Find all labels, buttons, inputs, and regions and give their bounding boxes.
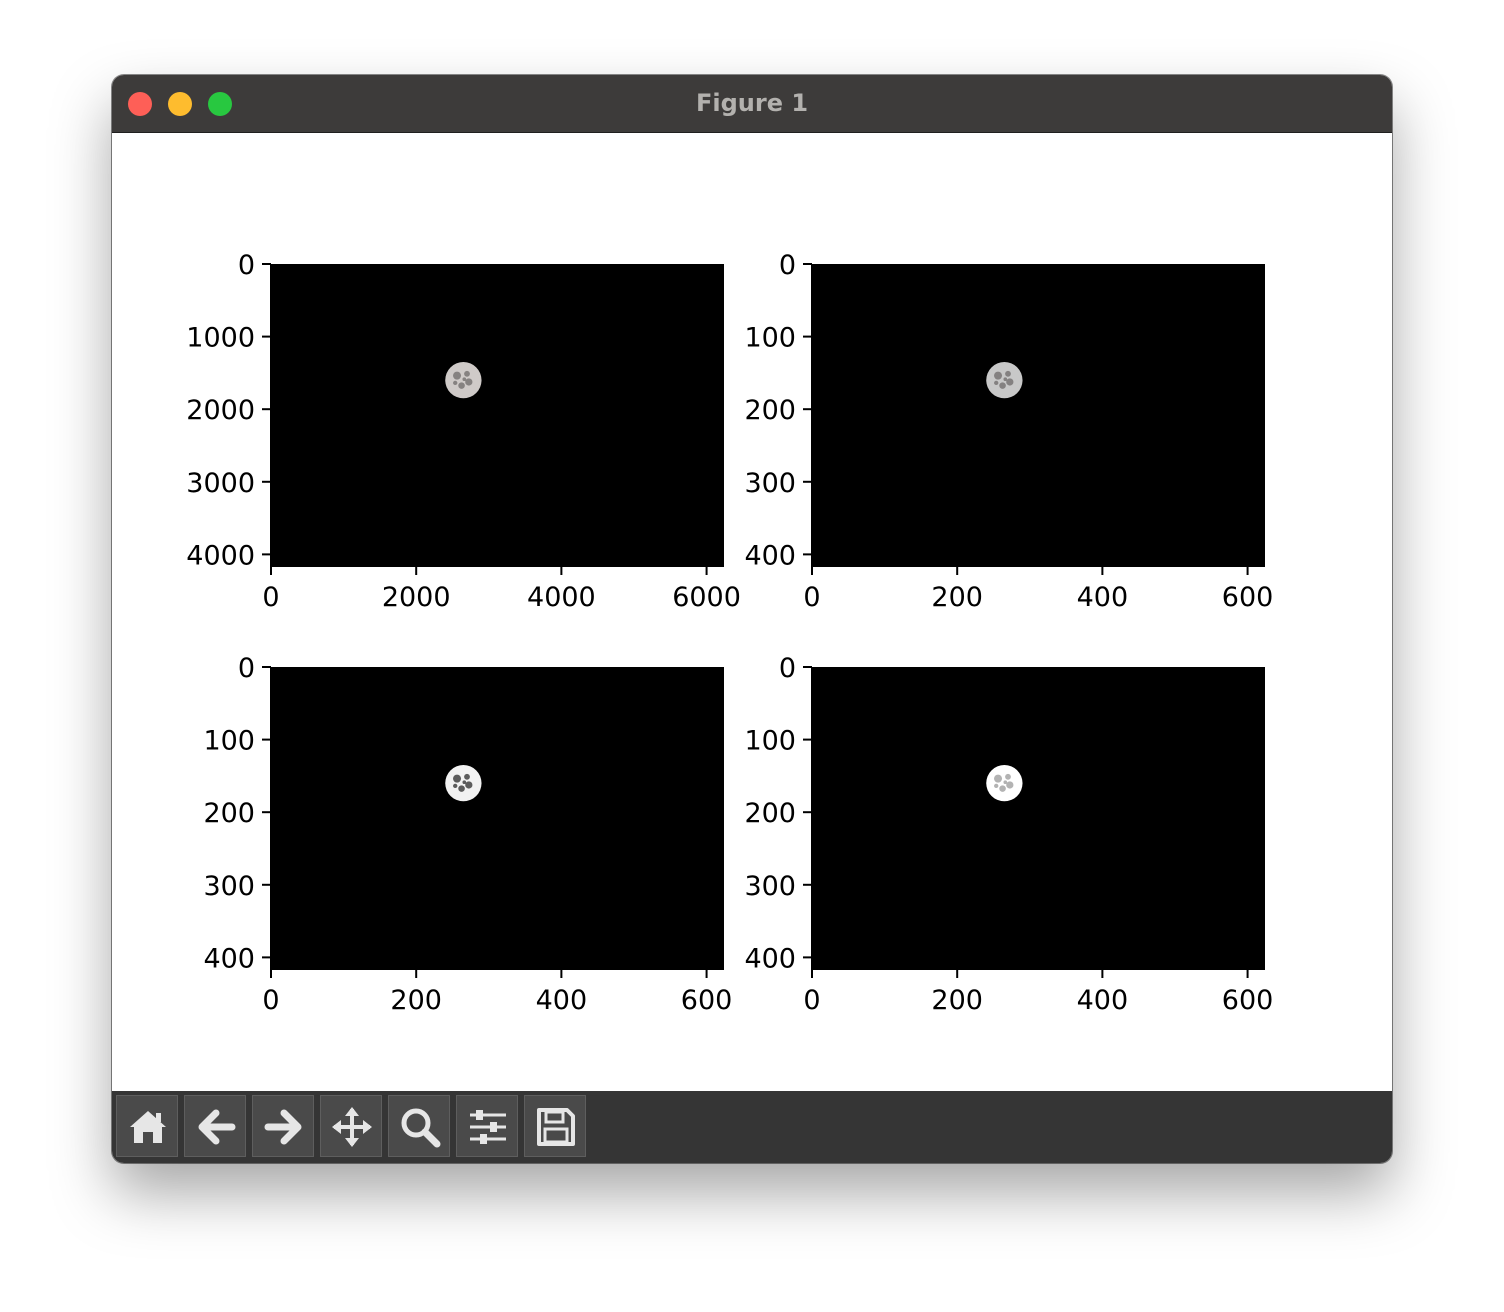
y-tick-label: 1000 xyxy=(186,323,255,354)
home-icon xyxy=(130,1111,166,1143)
figure-canvas[interactable]: 0 2000 4000 6000 0 1000 2000 3000 4000 0 200 400 600… xyxy=(112,133,1392,1091)
moon-crater xyxy=(999,785,1006,792)
y-tick-label: 100 xyxy=(744,323,796,354)
figure-svg: 0 2000 4000 6000010002000300040000 200 400 600… xyxy=(186,250,1273,1016)
y-tick-label: 200 xyxy=(744,798,796,829)
moon-crater xyxy=(994,774,1003,783)
save-button[interactable] xyxy=(524,1095,586,1157)
moon-crater xyxy=(464,773,470,780)
image-area xyxy=(812,667,1265,969)
moon-crater xyxy=(1006,378,1014,386)
y-tick-label: 2000 xyxy=(186,395,255,426)
y-tick-label: 300 xyxy=(203,871,255,902)
y-tick-label: 200 xyxy=(744,395,796,426)
y-tick-label: 0 xyxy=(779,653,796,684)
subplot-2: 0 200 400 600 0 100 200 300 400 xyxy=(744,250,1273,613)
x-tick-label: 400 xyxy=(1077,582,1129,613)
arrow-right-icon xyxy=(264,1109,302,1145)
moon-crater xyxy=(1006,781,1014,789)
magnifier-icon xyxy=(401,1108,441,1148)
moon-crater xyxy=(458,785,465,792)
moon-crater xyxy=(1005,773,1011,780)
x-tick-label: 2000 xyxy=(382,582,451,613)
back-button[interactable] xyxy=(184,1095,246,1157)
floppy-disk-icon xyxy=(537,1108,575,1146)
x-tick-label: 0 xyxy=(262,985,279,1016)
y-tick-label: 100 xyxy=(203,726,255,757)
y-tick-label: 300 xyxy=(744,468,796,499)
x-tick-label: 0 xyxy=(803,582,820,613)
moon-crater xyxy=(458,382,465,389)
move-icon xyxy=(332,1107,372,1147)
y-tick-label: 400 xyxy=(744,943,796,974)
image-area xyxy=(271,667,724,969)
y-tick-label: 0 xyxy=(779,250,796,281)
x-tick-label: 200 xyxy=(931,582,983,613)
y-tick-label: 400 xyxy=(744,540,796,571)
subplot-4: 0 200 400 600 0 100 200 300 400 xyxy=(744,653,1273,1016)
y-tick-label: 0 xyxy=(238,250,255,281)
x-tick-label: 200 xyxy=(390,985,442,1016)
moon-mark xyxy=(986,362,1023,399)
y-tick-label: 100 xyxy=(744,726,796,757)
subplot-1: 0 2000 4000 6000 0 1000 2000 3000 4000 xyxy=(186,250,741,613)
x-tick-label: 400 xyxy=(1077,985,1129,1016)
moon-crater xyxy=(453,380,458,386)
y-tick-label: 200 xyxy=(203,798,255,829)
configure-subplots-button[interactable] xyxy=(456,1095,518,1157)
moon-mark xyxy=(445,362,482,399)
sliders-icon xyxy=(470,1110,506,1144)
moon-crater xyxy=(1005,370,1011,377)
moon-crater xyxy=(453,774,462,783)
x-tick-label: 4000 xyxy=(527,582,596,613)
moon-crater xyxy=(465,378,473,386)
moon-crater xyxy=(453,783,458,789)
moon-crater xyxy=(994,380,999,386)
moon-mark xyxy=(986,765,1023,802)
x-tick-label: 6000 xyxy=(672,582,741,613)
window-title: Figure 1 xyxy=(695,89,809,117)
pan-button[interactable] xyxy=(320,1095,382,1157)
moon-crater xyxy=(464,370,470,377)
x-tick-label: 0 xyxy=(803,985,820,1016)
subplot-3: 0 200 400 600 0 100 200 300 400 xyxy=(203,653,732,1016)
moon-crater xyxy=(462,377,467,382)
x-tick-label: 600 xyxy=(681,985,733,1016)
image-area xyxy=(812,264,1265,566)
image-area xyxy=(271,264,724,566)
figure-window: Figure 1 0 2000 4000 6000 0 1000 2000 3000 4000 0… xyxy=(112,75,1392,1163)
y-tick-label: 400 xyxy=(203,943,255,974)
home-button[interactable] xyxy=(116,1095,178,1157)
moon-mark xyxy=(445,765,482,802)
y-tick-label: 0 xyxy=(238,653,255,684)
y-tick-label: 300 xyxy=(744,871,796,902)
x-tick-label: 400 xyxy=(536,985,588,1016)
x-tick-label: 600 xyxy=(1222,582,1274,613)
y-tick-label: 3000 xyxy=(186,468,255,499)
forward-button[interactable] xyxy=(252,1095,314,1157)
moon-crater xyxy=(1003,377,1008,382)
moon-crater xyxy=(465,781,473,789)
navigation-toolbar xyxy=(112,1091,1392,1163)
y-tick-label: 4000 xyxy=(186,540,255,571)
arrow-left-icon xyxy=(198,1109,236,1145)
moon-crater xyxy=(994,371,1003,380)
title-bar[interactable]: Figure 1 xyxy=(112,75,1392,133)
moon-crater xyxy=(994,783,999,789)
x-tick-label: 0 xyxy=(262,582,279,613)
x-tick-label: 200 xyxy=(931,985,983,1016)
moon-crater xyxy=(999,382,1006,389)
x-tick-label: 600 xyxy=(1222,985,1274,1016)
zoom-button[interactable] xyxy=(388,1095,450,1157)
moon-crater xyxy=(462,780,467,785)
moon-crater xyxy=(1003,780,1008,785)
moon-crater xyxy=(453,371,462,380)
